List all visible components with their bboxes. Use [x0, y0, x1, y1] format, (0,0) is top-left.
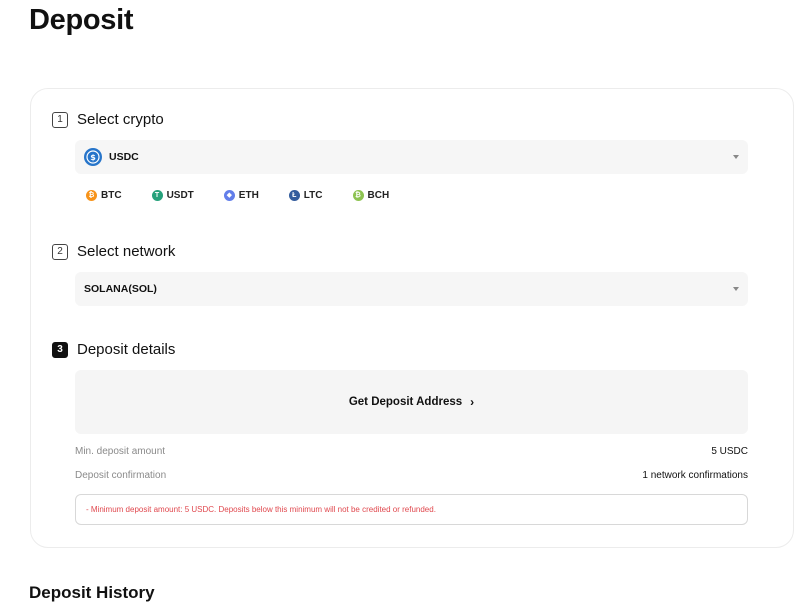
- min-deposit-value: 5 USDC: [711, 446, 748, 457]
- coin-chip-label: BTC: [101, 189, 122, 201]
- coin-chip-bch[interactable]: ₿ BCH: [345, 184, 398, 206]
- bch-icon: ₿: [352, 189, 364, 201]
- get-deposit-address-label: Get Deposit Address: [348, 396, 463, 408]
- step-2-title: Select network: [77, 243, 176, 260]
- notice-text: - Minimum deposit amount: 5 USDC. Deposi…: [86, 505, 436, 514]
- coin-chip-label: USDT: [166, 189, 194, 201]
- usdc-icon: $: [84, 148, 102, 166]
- chevron-down-icon: [733, 155, 739, 159]
- coin-chip-ltc[interactable]: Ł LTC: [281, 184, 331, 206]
- min-deposit-row: Min. deposit amount 5 USDC: [75, 446, 748, 457]
- step-1-title: Select crypto: [77, 111, 164, 128]
- step-3-title: Deposit details: [77, 341, 176, 358]
- minimum-deposit-notice: - Minimum deposit amount: 5 USDC. Deposi…: [75, 494, 748, 525]
- ltc-icon: Ł: [288, 189, 300, 201]
- btc-icon: ₿: [86, 189, 97, 201]
- deposit-confirmation-row: Deposit confirmation 1 network confirmat…: [75, 470, 748, 481]
- page-title: Deposit: [29, 4, 134, 36]
- step-1-header: 1 Select crypto: [52, 111, 164, 128]
- coin-chip-eth[interactable]: ◆ ETH: [216, 184, 267, 206]
- step-3-header: 3 Deposit details: [52, 341, 175, 358]
- coin-chip-label: BCH: [367, 189, 390, 201]
- deposit-confirmation-label: Deposit confirmation: [75, 470, 167, 481]
- step-1-number: 1: [52, 111, 68, 128]
- quick-coin-list: ₿ BTC T USDT ◆ ETH Ł LTC ₿ BCH: [78, 184, 411, 206]
- chevron-right-icon: ›: [470, 395, 475, 409]
- network-select-value: SOLANA(SOL): [84, 283, 157, 295]
- eth-icon: ◆: [223, 189, 235, 201]
- coin-chip-label: ETH: [238, 189, 259, 201]
- svg-text:$: $: [90, 153, 96, 162]
- min-deposit-label: Min. deposit amount: [75, 446, 166, 457]
- crypto-select[interactable]: $ USDC: [75, 140, 748, 174]
- crypto-select-value: USDC: [109, 151, 139, 163]
- usdt-icon: T: [151, 189, 163, 201]
- step-3-number: 3: [52, 341, 68, 358]
- coin-chip-btc[interactable]: ₿ BTC: [78, 184, 130, 206]
- deposit-history-title: Deposit History: [29, 583, 155, 602]
- coin-chip-usdt[interactable]: T USDT: [144, 184, 202, 206]
- step-2-header: 2 Select network: [52, 243, 175, 260]
- get-deposit-address-button[interactable]: Get Deposit Address ›: [75, 370, 748, 434]
- chevron-down-icon: [733, 287, 739, 291]
- step-2-number: 2: [52, 243, 68, 260]
- network-select[interactable]: SOLANA(SOL): [75, 272, 748, 306]
- deposit-confirmation-value: 1 network confirmations: [642, 470, 748, 481]
- coin-chip-label: LTC: [303, 189, 323, 201]
